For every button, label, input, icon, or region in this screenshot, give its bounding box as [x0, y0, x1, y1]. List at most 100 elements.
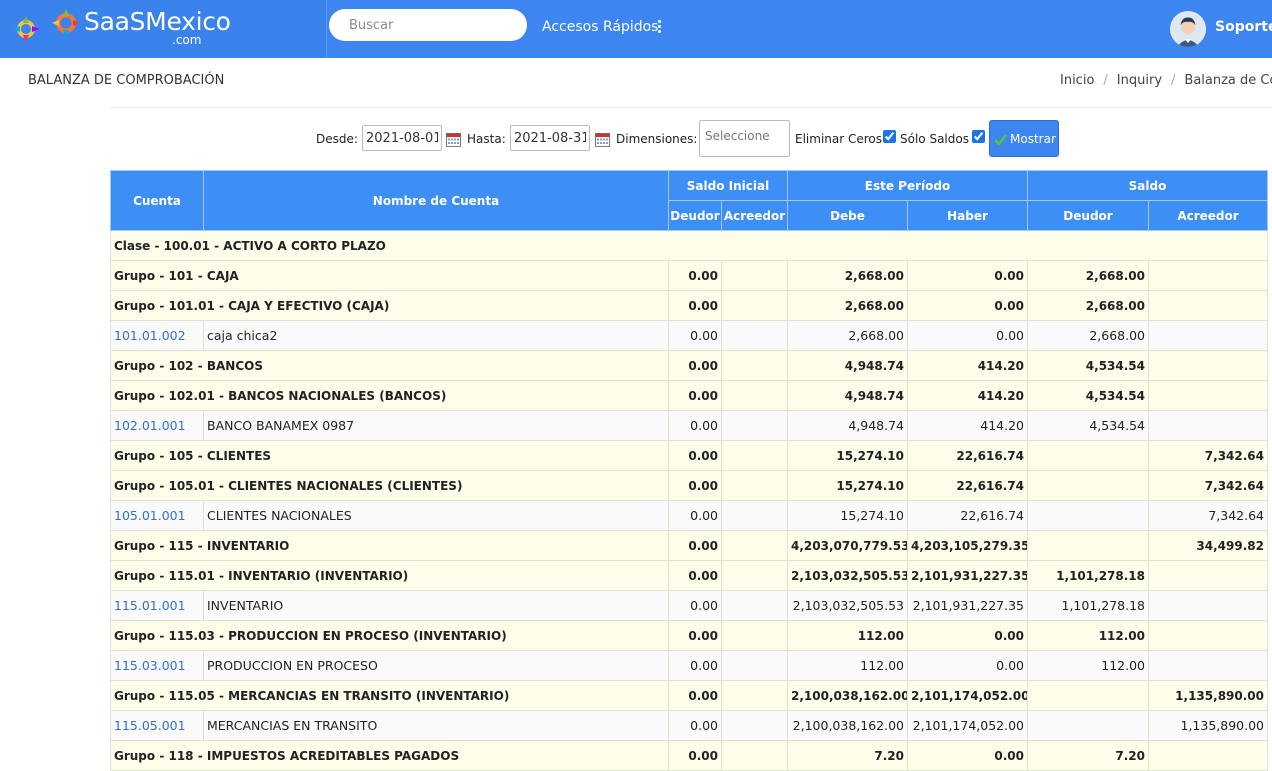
grupo-label: Grupo - 101 - CAJA [110, 260, 669, 291]
amount-s-deudor: 7.20 [1027, 740, 1149, 771]
amount-s-acreedor [1148, 620, 1268, 651]
amount-debe: 112.00 [787, 650, 908, 681]
amount-si-acreedor [721, 350, 788, 381]
amount-si-acreedor [721, 740, 788, 771]
breadcrumb-separator: / [1171, 73, 1176, 88]
solo-saldos-label: Sólo Saldos [900, 132, 969, 146]
breadcrumb-item-inicio[interactable]: Inicio [1060, 73, 1094, 88]
amount-s-deudor: 1,101,278.18 [1027, 560, 1149, 591]
account-code-link[interactable]: 115.01.001 [114, 598, 186, 613]
account-code-link[interactable]: 115.03.001 [114, 658, 186, 673]
amount-haber: 0.00 [907, 650, 1028, 681]
amount-s-deudor: 2,668.00 [1027, 320, 1149, 351]
solo-saldos-checkbox[interactable] [972, 130, 985, 143]
account-code-link[interactable]: 115.05.001 [114, 718, 186, 733]
col-header-si-acreedor[interactable]: Acreedor [721, 200, 788, 231]
amount-haber: 0.00 [907, 620, 1028, 651]
amount-haber: 414.20 [907, 380, 1028, 411]
col-header-nombre[interactable]: Nombre de Cuenta [203, 170, 669, 231]
amount-si-deudor: 0.00 [668, 710, 722, 741]
header-divider [110, 107, 1272, 108]
amount-haber: 414.20 [907, 410, 1028, 441]
amount-s-deudor: 2,668.00 [1027, 290, 1149, 321]
amount-s-deudor: 112.00 [1027, 620, 1149, 651]
amount-s-acreedor: 7,342.64 [1148, 500, 1268, 531]
col-header-si-deudor[interactable]: Deudor [668, 200, 722, 231]
breadcrumb-item-inquiry[interactable]: Inquiry [1117, 73, 1162, 88]
amount-si-deudor: 0.00 [668, 530, 722, 561]
amount-si-deudor: 0.00 [668, 260, 722, 291]
col-header-saldo: Saldo [1027, 170, 1268, 201]
amount-s-deudor: 2,668.00 [1027, 260, 1149, 291]
account-name: BANCO BANAMEX 0987 [203, 410, 669, 441]
grupo-row: Grupo - 115.03 - PRODUCCION EN PROCESO (… [110, 620, 1268, 651]
account-name: INVENTARIO [203, 590, 669, 621]
search-input[interactable] [329, 9, 527, 41]
account-code-link[interactable]: 101.01.002 [114, 328, 186, 343]
amount-s-acreedor [1148, 290, 1268, 321]
col-header-debe[interactable]: Debe [787, 200, 908, 231]
grupo-row: Grupo - 105.01 - CLIENTES NACIONALES (CL… [110, 470, 1268, 501]
amount-si-acreedor [721, 680, 788, 711]
amount-debe: 4,948.74 [787, 410, 908, 441]
grupo-row: Grupo - 115.05 - MERCANCIAS EN TRANSITO … [110, 680, 1268, 711]
col-header-s-deudor[interactable]: Deudor [1027, 200, 1149, 231]
desde-date-input[interactable] [362, 125, 442, 151]
desde-label: Desde: [316, 132, 358, 146]
brand-name: SaaSMexico [84, 7, 231, 36]
hasta-label: Hasta: [467, 132, 506, 146]
amount-debe: 2,668.00 [787, 320, 908, 351]
grupo-label: Grupo - 115.01 - INVENTARIO (INVENTARIO) [110, 560, 669, 591]
user-name[interactable]: Soporte [1215, 19, 1272, 35]
amount-s-deudor [1027, 440, 1149, 471]
account-code-link[interactable]: 102.01.001 [114, 418, 186, 433]
col-header-haber[interactable]: Haber [907, 200, 1028, 231]
amount-si-acreedor [721, 320, 788, 351]
amount-si-acreedor [721, 590, 788, 621]
amount-s-deudor: 112.00 [1027, 650, 1149, 681]
amount-s-acreedor [1148, 320, 1268, 351]
quick-access-menu[interactable]: Accesos Rápidos [542, 19, 658, 35]
kebab-menu-icon[interactable] [655, 18, 663, 36]
amount-si-acreedor [721, 380, 788, 411]
amount-s-acreedor: 7,342.64 [1148, 440, 1268, 471]
calendar-icon[interactable] [595, 132, 610, 147]
hasta-date-input[interactable] [510, 125, 590, 151]
mostrar-button[interactable]: Mostrar [989, 120, 1059, 157]
amount-si-deudor: 0.00 [668, 380, 722, 411]
col-header-cuenta[interactable]: Cuenta [110, 170, 204, 231]
amount-si-deudor: 0.00 [668, 290, 722, 321]
account-code-link[interactable]: 105.01.001 [114, 508, 186, 523]
table-row: 105.01.001 CLIENTES NACIONALES 0.00 15,274.… [110, 500, 1268, 531]
grupo-label: Grupo - 105 - CLIENTES [110, 440, 669, 471]
amount-si-acreedor [721, 530, 788, 561]
col-header-s-acreedor[interactable]: Acreedor [1148, 200, 1268, 231]
amount-debe: 7.20 [787, 740, 908, 771]
brand-logo-icon [13, 9, 80, 42]
account-name: PRODUCCION EN PROCESO [203, 650, 669, 681]
eliminar-ceros-checkbox[interactable] [883, 130, 896, 143]
calendar-icon[interactable] [446, 132, 461, 147]
amount-s-acreedor: 7,342.64 [1148, 470, 1268, 501]
dimensiones-select[interactable]: Seleccione [699, 120, 790, 157]
amount-debe: 2,103,032,505.53 [787, 590, 908, 621]
amount-s-acreedor: 1,135,890.00 [1148, 710, 1268, 741]
amount-haber: 22,616.74 [907, 470, 1028, 501]
amount-si-deudor: 0.00 [668, 470, 722, 501]
user-avatar-icon[interactable] [1170, 11, 1206, 47]
amount-debe: 2,103,032,505.53 [787, 560, 908, 591]
amount-s-deudor [1027, 530, 1149, 561]
amount-s-acreedor [1148, 260, 1268, 291]
amount-haber: 414.20 [907, 350, 1028, 381]
grupo-label: Grupo - 115.03 - PRODUCCION EN PROCESO (… [110, 620, 669, 651]
brand-area[interactable]: SaaSMexico .com [0, 0, 327, 58]
amount-si-deudor: 0.00 [668, 410, 722, 441]
amount-haber: 2,101,174,052.00 [907, 680, 1028, 711]
breadcrumb: Inicio / Inquiry / Balanza de Co [1060, 73, 1272, 88]
amount-si-deudor: 0.00 [668, 320, 722, 351]
account-code-cell: 115.03.001 [110, 650, 204, 681]
amount-s-acreedor [1148, 590, 1268, 621]
amount-si-acreedor [721, 620, 788, 651]
account-code-cell: 101.01.002 [110, 320, 204, 351]
amount-s-acreedor [1148, 350, 1268, 381]
